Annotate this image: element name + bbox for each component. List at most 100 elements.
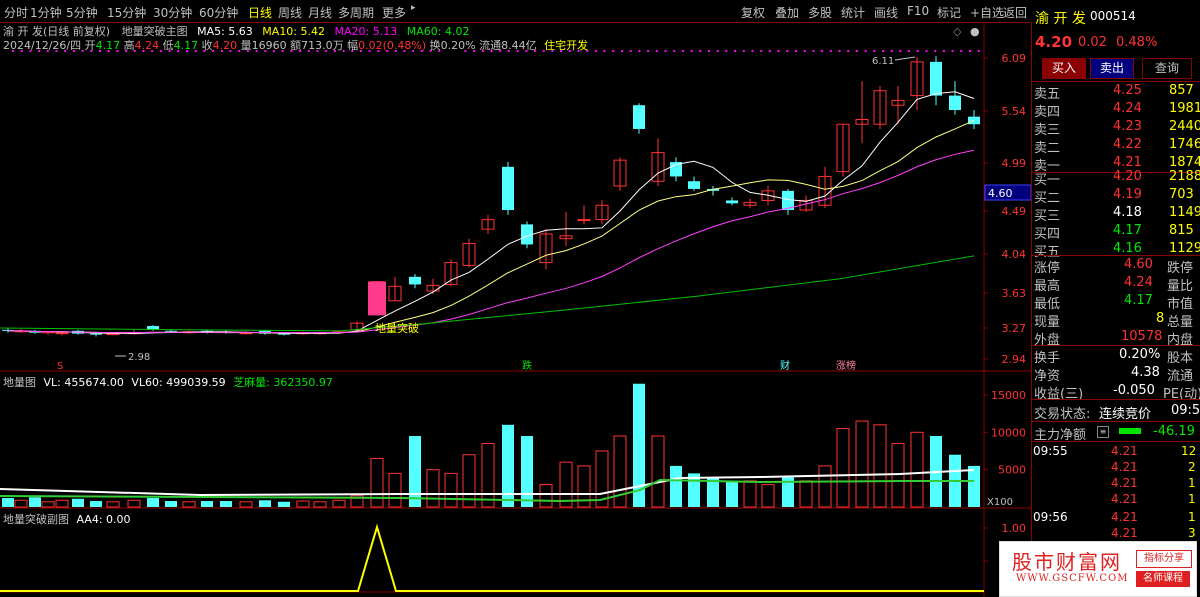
site-watermark: 股市财富网 WWW.GSCFW.COM 指标分享 名师课程: [999, 541, 1197, 597]
sell-button[interactable]: 卖出: [1090, 58, 1134, 79]
volume-label: 量: [240, 39, 252, 52]
candle-body: [409, 276, 421, 285]
vol-unit: X100: [987, 497, 1013, 508]
tag-s: S: [57, 361, 63, 372]
vl-value: VL: 455674.00: [43, 376, 124, 389]
tick-time: 09:56: [1033, 510, 1068, 524]
dot-mark: [655, 50, 658, 52]
sub-axis-label: 1.00: [1002, 522, 1027, 535]
volume-bar: [818, 465, 832, 508]
bid-price: 4.18: [1113, 205, 1142, 220]
dot-mark: [890, 50, 893, 52]
bid-volume: 703: [1169, 187, 1194, 202]
query-button[interactable]: 查询: [1142, 58, 1192, 79]
tick-volume: 1: [1188, 476, 1196, 490]
ma5-line: [8, 91, 975, 334]
ask-row[interactable]: 卖五 4.25 857: [1031, 82, 1200, 102]
bid-row[interactable]: 买二 4.19 703: [1031, 186, 1200, 206]
stat-value: 4.24: [1124, 275, 1153, 290]
turnover-value: 0.20%: [440, 39, 476, 52]
tick-price: 4.21: [1111, 476, 1138, 490]
tick-volume: 1: [1188, 510, 1196, 524]
stats-row: 最低 4.17 市值: [1031, 292, 1200, 312]
dot-mark: [725, 50, 728, 52]
dot-mark: [821, 50, 824, 52]
volume-bar: [106, 501, 120, 508]
trade-status-value: 连续竞价: [1099, 407, 1152, 422]
volume-bar: [891, 443, 905, 508]
tag-zhangbang: 涨榜: [836, 359, 856, 372]
ask-row[interactable]: 卖二 4.22 1746: [1031, 136, 1200, 156]
bid-price: 4.19: [1113, 187, 1142, 202]
stats-row: 净资 4.38 流通: [1031, 364, 1200, 384]
menu-icon[interactable]: ≡: [1097, 426, 1109, 438]
dot-mark: [708, 50, 710, 52]
volume-bar: [296, 500, 310, 508]
bid-price: 4.17: [1113, 223, 1142, 238]
ask-volume: 2440: [1169, 119, 1200, 134]
bid-row[interactable]: 买四 4.17 815: [1031, 222, 1200, 242]
volume-bar: [481, 443, 495, 508]
stat-value: 4.17: [1124, 293, 1153, 308]
bid-row[interactable]: 买一 4.20 2188: [1031, 168, 1200, 188]
volume-value: 16960: [251, 39, 287, 52]
dot-mark: [786, 50, 789, 52]
tick-volume: 3: [1188, 526, 1196, 540]
sector-label[interactable]: 住宅开发: [544, 39, 588, 52]
volume-bar: [444, 472, 458, 508]
buy-button[interactable]: 买入: [1042, 58, 1086, 79]
tick-price: 4.21: [1111, 444, 1138, 458]
volume-bar: [761, 484, 775, 508]
low-value: 4.17: [173, 39, 199, 52]
volume-bar: [55, 499, 69, 508]
ask-price: 4.24: [1113, 101, 1142, 116]
close-value: 4.20: [212, 39, 238, 52]
tick-volume: 1: [1188, 492, 1196, 506]
dot-mark: [969, 50, 971, 52]
volume-bar: [90, 501, 102, 507]
dot-mark: [977, 50, 980, 52]
volume-bar: [910, 431, 924, 508]
volume-bar: [521, 436, 533, 507]
dot-mark: [925, 50, 928, 52]
float-label: 流通: [479, 39, 502, 52]
amount-label: 额: [290, 39, 302, 52]
divider: [1031, 441, 1200, 442]
sub-indicator-name[interactable]: 地量突破副图: [3, 513, 69, 526]
tick-row: 4.21 1: [1031, 491, 1200, 509]
axis-highlight-label: 4.60: [988, 187, 1013, 200]
price-axis-label: 2.94: [1002, 353, 1027, 366]
amount-value: 713.0万: [301, 39, 344, 52]
kline-chart[interactable]: 6.09 5.54 4.99 4.49 4.04 3.63 3.27 2.94 4.60 ◇ ● 地量…: [0, 0, 1031, 597]
diamond-icon: ◇: [953, 25, 962, 38]
stat-value: -0.050: [1113, 383, 1155, 398]
stock-name: 渝 开 发: [1035, 11, 1086, 27]
dot-mark: [760, 50, 763, 52]
dot-mark: [864, 50, 867, 52]
volume-bar: [239, 501, 253, 508]
dot-mark: [934, 50, 937, 52]
ask-row[interactable]: 卖三 4.23 2440: [1031, 118, 1200, 138]
dot-mark: [855, 50, 858, 52]
volume-bar: [370, 457, 384, 508]
bid-volume: 1129: [1169, 241, 1200, 256]
dot-mark: [768, 50, 771, 52]
dot-mark: [838, 50, 841, 52]
dot-mark: [908, 50, 911, 52]
candle-body: [502, 166, 514, 211]
volume-bar: [409, 436, 421, 507]
float-value: 8.44亿: [501, 39, 537, 52]
volume-bar: [201, 501, 213, 507]
candle-body: [726, 200, 738, 204]
volume-bar: [426, 469, 440, 508]
volume-indicator-name[interactable]: 地量图: [3, 376, 36, 389]
dot-mark: [847, 50, 850, 52]
price-change-pct: 0.48%: [1116, 35, 1158, 50]
tick-volume: 2: [1188, 460, 1196, 474]
stat-value: 10578: [1121, 329, 1163, 344]
ask-row[interactable]: 卖四 4.24 1981: [1031, 100, 1200, 120]
bid-row[interactable]: 买三 4.18 1149: [1031, 204, 1200, 224]
ask-volume: 1981: [1169, 101, 1200, 116]
candle-body: [278, 333, 290, 335]
candle-body: [55, 332, 69, 335]
